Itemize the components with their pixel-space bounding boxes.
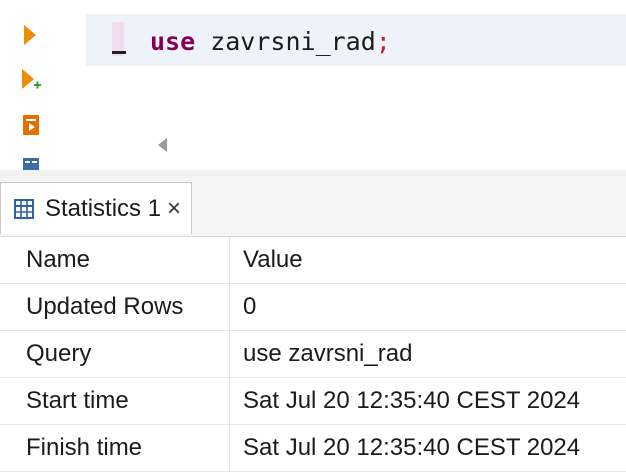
stat-value[interactable]: 0 <box>231 284 626 330</box>
stat-value[interactable]: Sat Jul 20 12:35:40 CEST 2024 <box>231 425 626 471</box>
results-tab-bar: Statistics 1 × <box>0 176 626 237</box>
statistics-table: Name Value Updated Rows 0 Query use zavr… <box>0 237 626 474</box>
execute-script-icon[interactable] <box>20 112 42 138</box>
table-row[interactable]: Start time Sat Jul 20 12:35:40 CEST 2024 <box>0 378 626 425</box>
table-header-row: Name Value <box>0 237 626 284</box>
explain-plan-icon[interactable] <box>20 150 42 170</box>
sql-terminator: ; <box>375 27 391 56</box>
run-statement-icon[interactable] <box>20 22 42 48</box>
table-row[interactable]: Updated Rows 0 <box>0 284 626 331</box>
sql-editor[interactable]: use zavrsni_rad; <box>0 0 626 170</box>
table-grid-icon <box>14 198 34 219</box>
horizontal-scrollbar[interactable] <box>86 124 626 170</box>
stat-name: Query <box>0 331 230 377</box>
close-icon[interactable]: × <box>167 196 181 221</box>
sql-statement[interactable]: use zavrsni_rad; <box>150 22 391 62</box>
sql-keyword: use <box>150 27 196 56</box>
run-in-new-tab-icon[interactable] <box>20 66 42 92</box>
table-row[interactable]: Query use zavrsni_rad <box>0 331 626 378</box>
stat-name: Updated Rows <box>0 284 230 330</box>
text-cursor <box>112 51 126 54</box>
scroll-left-arrow-icon[interactable] <box>158 138 167 152</box>
editor-side-toolbar <box>0 0 62 170</box>
code-editor-area[interactable]: use zavrsni_rad; <box>86 0 626 124</box>
column-header-name[interactable]: Name <box>0 237 230 283</box>
stat-value[interactable]: Sat Jul 20 12:35:40 CEST 2024 <box>231 378 626 424</box>
stat-name: Finish time <box>0 425 230 471</box>
tab-label: Statistics 1 <box>45 194 162 222</box>
stat-name: Start time <box>0 378 230 424</box>
stat-value[interactable]: use zavrsni_rad <box>231 331 626 377</box>
sql-identifier: zavrsni_rad <box>195 27 376 56</box>
column-header-value[interactable]: Value <box>231 237 626 283</box>
table-row[interactable]: Finish time Sat Jul 20 12:35:40 CEST 202… <box>0 425 626 472</box>
tab-statistics-1[interactable]: Statistics 1 × <box>0 182 193 234</box>
